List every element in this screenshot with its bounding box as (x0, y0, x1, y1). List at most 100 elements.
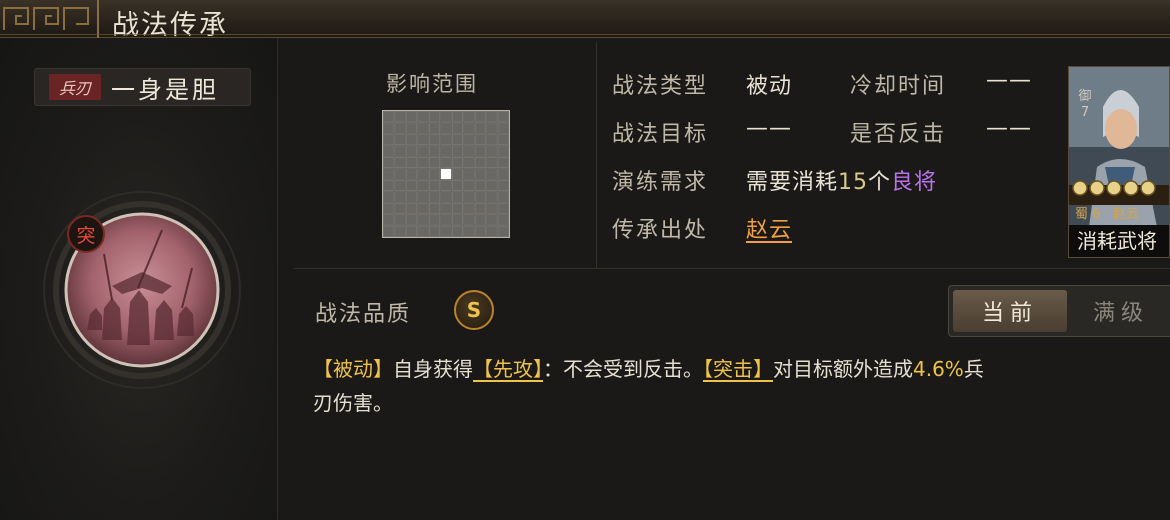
range-cell (497, 157, 509, 168)
range-cell (452, 145, 463, 157)
range-cell (474, 157, 486, 168)
range-cell (463, 145, 475, 157)
range-cell (417, 145, 429, 157)
general-faction: 蜀 (1075, 207, 1089, 222)
source-general-link[interactable]: 赵云 (746, 212, 792, 244)
range-cell (394, 191, 406, 203)
attr-value-cooldown: —— (986, 68, 1032, 93)
tab-max-level[interactable]: 满级 (1071, 290, 1170, 332)
attr-label-counter: 是否反击 (850, 122, 947, 147)
range-cell (474, 225, 486, 237)
general-card[interactable]: 御7 蜀 6 赵云 消耗武将 (1068, 66, 1170, 258)
range-cell (417, 191, 429, 203)
range-cell (452, 214, 463, 226)
description-line-1: 【被动】自身获得【先攻】：不会受到反击。【突击】对目标额外造成4.6%兵 (313, 352, 1170, 386)
range-cell (394, 202, 406, 214)
range-cell (417, 202, 429, 214)
range-cell (474, 214, 486, 226)
range-cell (474, 134, 486, 146)
range-cell (406, 225, 418, 237)
tab-current[interactable]: 当前 (953, 290, 1067, 332)
range-cell (497, 191, 509, 203)
attr-value-target: —— (746, 116, 792, 141)
range-cell (394, 157, 406, 168)
attr-label-cooldown: 冷却时间 (850, 74, 947, 99)
range-cell (406, 168, 418, 180)
range-cell (497, 180, 509, 191)
range-cell (417, 134, 429, 146)
range-cell (429, 191, 440, 203)
requirement-unit: 个 (868, 170, 892, 195)
quality-badge: S (454, 290, 494, 330)
range-cell (486, 180, 498, 191)
description-text: ：不会受到反击。 (543, 357, 703, 381)
range-cell (440, 225, 452, 237)
range-cell (474, 122, 486, 134)
keyword-passive: 【被动】 (313, 357, 393, 381)
range-cell (452, 122, 463, 134)
title-divider (0, 34, 1170, 35)
keyword-first-strike[interactable]: 【先攻】 (473, 357, 543, 381)
range-cell (417, 168, 429, 180)
range-cell (486, 145, 498, 157)
range-cell (429, 202, 440, 214)
range-cell (497, 111, 509, 123)
range-cell (440, 122, 452, 134)
requirement-count: 15 (838, 170, 869, 195)
attr-label-type: 战法类型 (612, 74, 709, 99)
star-icon (1140, 180, 1156, 196)
range-cell (417, 214, 429, 226)
range-cell (383, 191, 395, 203)
range-cell (417, 111, 429, 123)
range-cell (463, 191, 475, 203)
description-line-2: 刃伤害。 (313, 391, 393, 415)
range-cell (383, 214, 395, 226)
range-cell (497, 225, 509, 237)
keyword-assault[interactable]: 【突击】 (703, 357, 773, 381)
range-cell (486, 214, 498, 226)
skill-description: 【被动】自身获得【先攻】：不会受到反击。【突击】对目标额外造成4.6%兵 刃伤害… (313, 352, 1170, 420)
range-cell (417, 180, 429, 191)
range-cell (452, 168, 463, 180)
range-cell (440, 202, 452, 214)
range-cell (383, 180, 395, 191)
range-cell (394, 168, 406, 180)
range-cell (486, 225, 498, 237)
level-toggle: 当前 满级 (948, 285, 1170, 337)
description-text: 对目标额外造成 (773, 357, 913, 381)
range-cell (474, 191, 486, 203)
range-cell (463, 214, 475, 226)
range-cell (394, 180, 406, 191)
range-cell (440, 111, 452, 123)
range-cell-center (440, 168, 452, 180)
attack-type-badge: 突 (67, 215, 105, 253)
quality-label: 战法品质 (315, 302, 412, 327)
general-name: 赵云 (1112, 207, 1139, 222)
range-cell (463, 202, 475, 214)
range-cell (463, 111, 475, 123)
range-cell (463, 225, 475, 237)
star-icon (1123, 180, 1139, 196)
range-cell (497, 168, 509, 180)
skill-tag: 兵刃 一身是胆 (34, 68, 251, 106)
range-cell (474, 180, 486, 191)
range-cell (474, 111, 486, 123)
range-cell (474, 202, 486, 214)
range-cell (440, 157, 452, 168)
range-cell (394, 225, 406, 237)
range-cell (497, 122, 509, 134)
page-title: 战法传承 (112, 10, 228, 41)
title-bar: 战法传承 (0, 0, 1170, 41)
range-cell (429, 122, 440, 134)
general-level: 御7 (1073, 89, 1097, 121)
requirement-quality: 良将 (891, 170, 938, 195)
divider (596, 42, 597, 268)
range-cell (383, 157, 395, 168)
range-grid (382, 110, 510, 238)
range-cell (440, 180, 452, 191)
general-stars-icon (1072, 180, 1156, 196)
range-cell (429, 157, 440, 168)
range-cell (406, 145, 418, 157)
attr-label-requirement: 演练需求 (612, 170, 709, 195)
range-title: 影响范围 (386, 72, 478, 96)
